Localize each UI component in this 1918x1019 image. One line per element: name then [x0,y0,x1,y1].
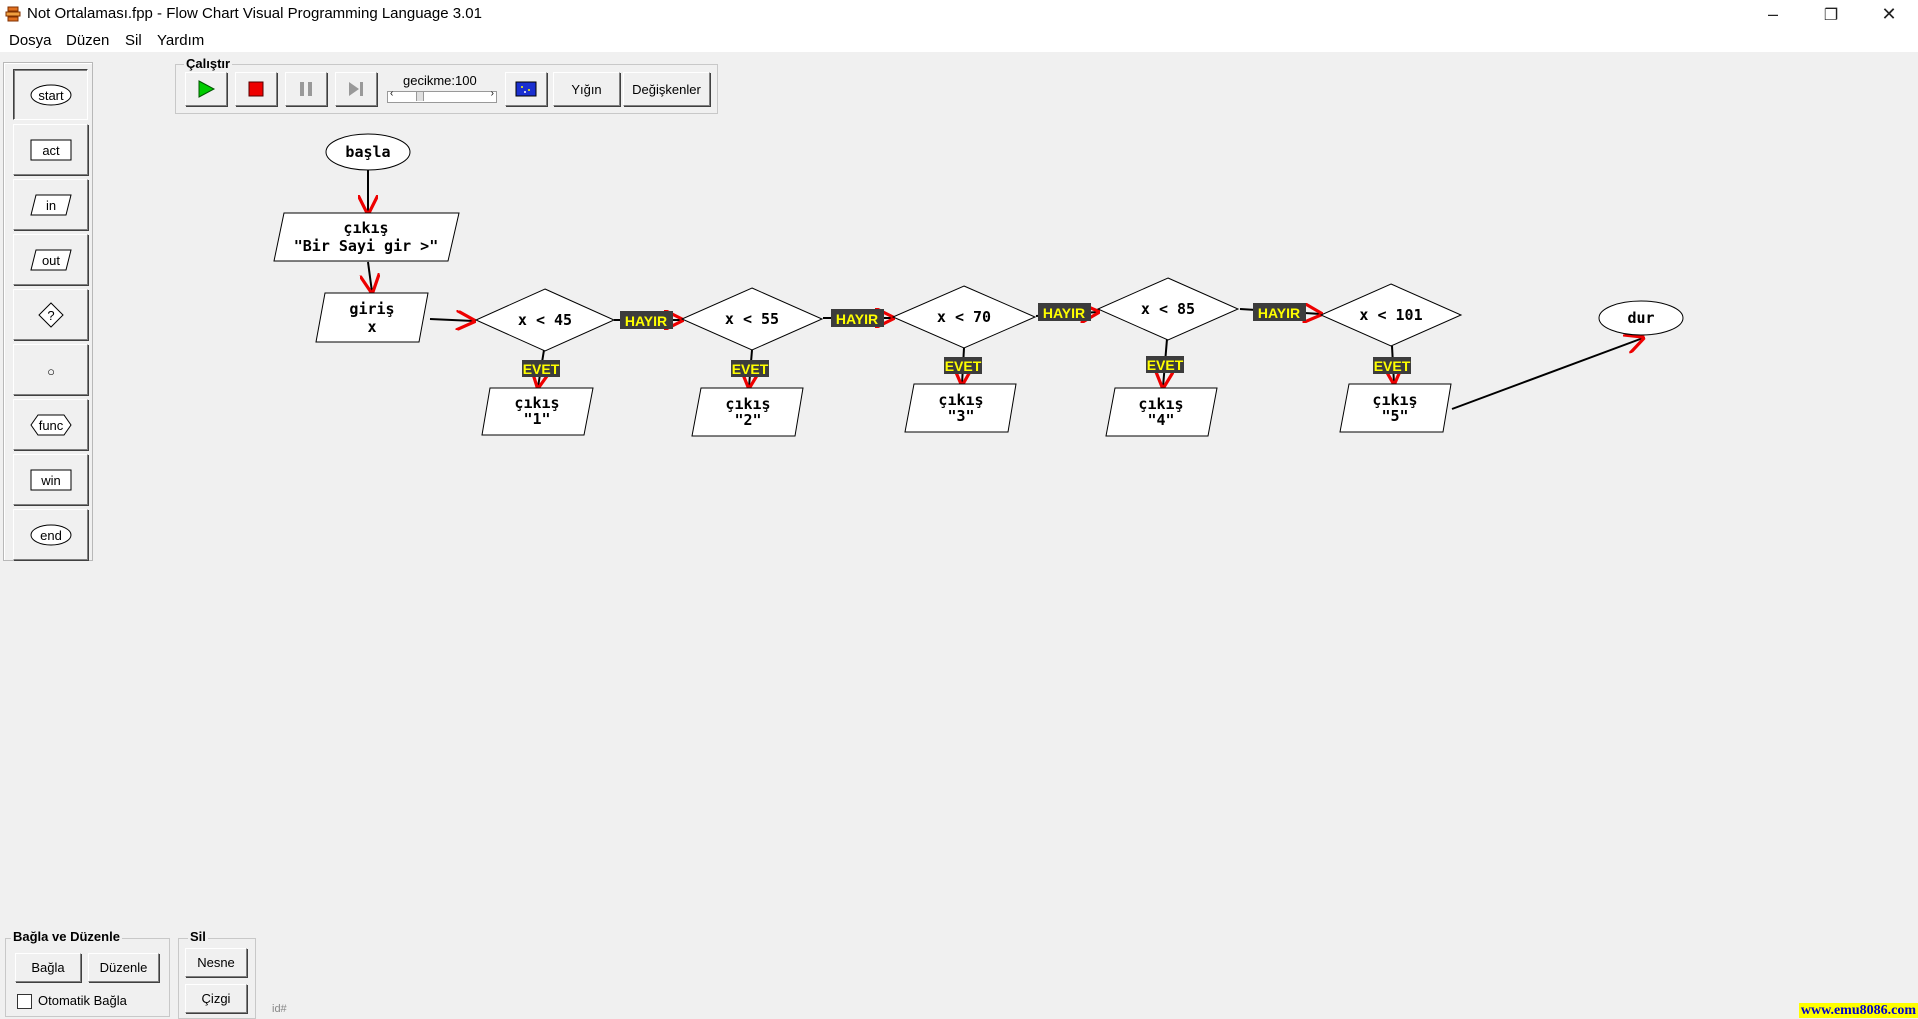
no-label: HAYIR [1253,303,1306,321]
end-node[interactable]: dur [1598,300,1684,336]
auto-connect-label: Otomatik Bağla [38,993,127,1008]
yes-label: EVET [1146,356,1184,373]
output-node[interactable]: çıkış "2" [691,387,804,437]
condition-label: x < 101 [1359,306,1422,324]
output-value: "4" [1147,411,1174,429]
output-node[interactable]: çıkış "5" [1339,383,1452,433]
connector-prompt-input [368,261,372,292]
flowchart-canvas: başla çıkış "Bir Sayi gir >" giriş x x <… [273,133,1684,437]
yes-label: EVET [944,357,982,374]
connector-out5-end [1451,338,1643,410]
delete-group-label: Sil [188,929,208,944]
output-value: "3" [947,407,974,425]
yes-label-text: EVET [523,361,560,377]
no-label: HAYIR [1038,303,1091,321]
output-prompt-node[interactable]: çıkış "Bir Sayi gir >" [273,212,460,262]
delete-object-button[interactable]: Nesne [185,948,247,977]
delete-line-button[interactable]: Çizgi [185,984,247,1013]
auto-connect-checkbox[interactable] [17,994,32,1009]
no-label-text: HAYIR [836,311,878,327]
output-prompt-text: "Bir Sayi gir >" [294,237,439,255]
no-label-text: HAYIR [1258,305,1300,321]
connector-input-cond1 [429,319,474,321]
yes-label-text: EVET [732,361,769,377]
output-node[interactable]: çıkış "4" [1105,387,1218,437]
yes-label-text: EVET [945,358,982,374]
input-variable: x [367,318,376,336]
start-node[interactable]: başla [325,133,411,171]
connect-arrange-group-label: Bağla ve Düzenle [11,929,122,944]
condition-label: x < 70 [937,308,991,326]
condition-label: x < 45 [518,311,572,329]
no-label-text: HAYIR [625,313,667,329]
condition-label: x < 55 [725,310,779,328]
yes-label: EVET [731,360,769,377]
yes-label-text: EVET [1147,357,1184,373]
no-label: HAYIR [620,311,673,329]
output-value: "1" [523,410,550,428]
yes-label-text: EVET [1374,358,1411,374]
arrange-button[interactable]: Düzenle [88,953,159,982]
condition-node[interactable]: x < 70 [891,285,1037,349]
condition-label: x < 85 [1141,300,1195,318]
no-label: HAYIR [831,309,884,327]
input-label: giriş [349,300,394,318]
output-value: "5" [1381,407,1408,425]
condition-node[interactable]: x < 101 [1319,283,1463,347]
yes-label: EVET [522,360,560,377]
condition-node[interactable]: x < 45 [474,288,616,352]
input-node[interactable]: giriş x [315,292,429,343]
yes-label: EVET [1373,357,1411,374]
no-label-text: HAYIR [1043,305,1085,321]
connect-button[interactable]: Bağla [15,953,81,982]
output-node[interactable]: çıkış "3" [904,383,1017,433]
start-label: başla [345,143,390,161]
output-prompt-label: çıkış [343,219,388,237]
output-value: "2" [734,411,761,429]
output-node[interactable]: çıkış "1" [481,387,594,436]
watermark[interactable]: www.emu8086.com [1798,1003,1918,1018]
condition-node[interactable]: x < 55 [680,287,824,351]
id-label: id# [272,1003,287,1015]
end-label: dur [1627,309,1654,327]
condition-node[interactable]: x < 85 [1096,277,1240,341]
